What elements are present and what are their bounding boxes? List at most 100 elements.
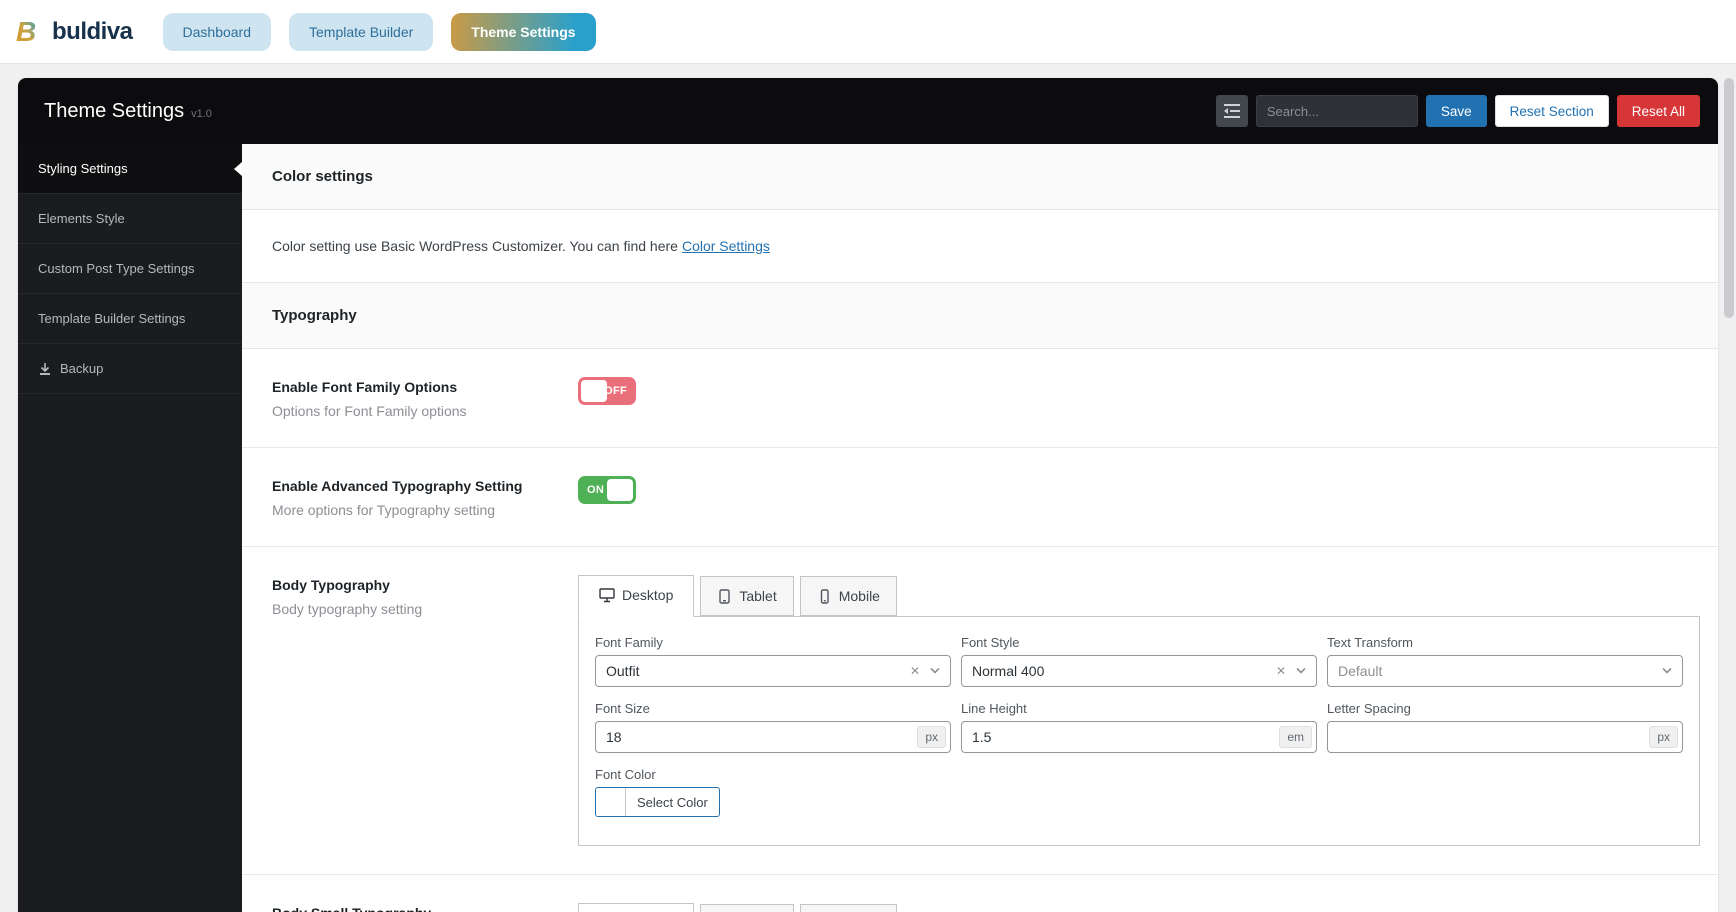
field-label: Font Style — [961, 635, 1020, 650]
letter-spacing-input[interactable] — [1327, 721, 1683, 753]
header-actions: Save Reset Section Reset All — [1215, 95, 1700, 127]
unit-badge: em — [1279, 726, 1312, 748]
field-label-col: Body Small Typography — [272, 903, 578, 912]
setting-description: More options for Typography setting — [272, 502, 496, 518]
device-tabs: Desktop Tablet — [578, 903, 1700, 912]
field-col: Desktop Tablet — [578, 903, 1700, 912]
tab-mobile[interactable]: Mobile — [799, 904, 897, 912]
setting-label: Body Small Typography — [272, 905, 578, 912]
sidebar-item-backup[interactable]: Backup — [18, 344, 242, 394]
save-button[interactable]: Save — [1425, 95, 1487, 127]
field-label: Text Transform — [1327, 635, 1413, 650]
nav-dashboard[interactable]: Dashboard — [162, 12, 272, 51]
collapse-menu-button[interactable] — [1215, 95, 1248, 127]
tab-tablet[interactable]: Tablet — [700, 576, 794, 616]
setting-description: Options for Font Family options — [272, 403, 467, 419]
sidebar-item-styling-settings[interactable]: Styling Settings — [18, 144, 242, 194]
body-small-typography-row: Body Small Typography Desktop — [242, 874, 1718, 912]
tab-tablet[interactable]: Tablet — [700, 904, 794, 912]
settings-sidebar: Styling Settings Elements Style Custom P… — [18, 144, 242, 912]
desktop-icon — [599, 587, 615, 603]
panel-body: Styling Settings Elements Style Custom P… — [18, 144, 1718, 912]
select-color-button[interactable]: Select Color — [595, 787, 720, 817]
letter-spacing-field: Letter Spacing px — [1327, 701, 1683, 753]
top-navigation-bar: B buldiva Dashboard Template Builder The… — [0, 0, 1736, 64]
line-height-input[interactable] — [961, 721, 1317, 753]
setting-label: Enable Advanced Typography Setting — [272, 478, 523, 494]
tab-desktop[interactable]: Desktop — [578, 575, 695, 617]
field-col: Desktop Tablet — [578, 575, 1700, 846]
field-label: Letter Spacing — [1327, 701, 1411, 716]
field-col: ON — [578, 476, 1700, 518]
section-header-typography: Typography — [242, 282, 1718, 349]
mobile-icon — [817, 588, 832, 604]
settings-content: Color settings Color setting use Basic W… — [242, 144, 1718, 912]
tab-mobile[interactable]: Mobile — [799, 576, 897, 616]
advanced-typography-toggle[interactable]: ON — [578, 476, 636, 504]
unit-badge: px — [917, 726, 946, 748]
chevron-down-icon — [1296, 667, 1306, 675]
toggle-state-label: OFF — [604, 385, 627, 397]
select-value: Outfit — [606, 663, 640, 679]
svg-text:B: B — [16, 18, 36, 46]
reset-all-button[interactable]: Reset All — [1616, 95, 1700, 127]
sidebar-item-label: Styling Settings — [38, 161, 128, 176]
clear-icon[interactable]: ✕ — [910, 664, 920, 678]
select-value: Normal 400 — [972, 663, 1045, 679]
scrollbar-track — [1722, 66, 1736, 912]
version-badge: v1.0 — [191, 107, 212, 120]
top-nav: Dashboard Template Builder Theme Setting… — [162, 12, 596, 51]
tablet-icon — [717, 588, 732, 604]
toggle-knob — [607, 479, 633, 501]
font-style-select[interactable]: Normal 400 ✕ — [961, 655, 1317, 687]
font-family-field: Font Family Outfit ✕ — [595, 635, 951, 687]
nav-template-builder[interactable]: Template Builder — [289, 12, 434, 51]
text-transform-field: Text Transform Default — [1327, 635, 1683, 687]
font-family-select[interactable]: Outfit ✕ — [595, 655, 951, 687]
font-style-field: Font Style Normal 400 ✕ — [961, 635, 1317, 687]
buldiva-logo-icon: B — [16, 18, 48, 46]
section-title: Color settings — [272, 168, 373, 185]
clear-icon[interactable]: ✕ — [1276, 664, 1286, 678]
enable-font-family-row: Enable Font Family Options Options for F… — [242, 349, 1718, 447]
font-size-input[interactable] — [595, 721, 951, 753]
field-label-col: Enable Advanced Typography Setting More … — [272, 476, 578, 518]
panel-header: Theme Settings v1.0 Save Reset Section R… — [18, 78, 1718, 144]
search-input[interactable] — [1255, 95, 1418, 127]
font-size-field: Font Size px — [595, 701, 951, 753]
color-settings-note-text: Color setting use Basic WordPress Custom… — [272, 238, 678, 254]
reset-section-button[interactable]: Reset Section — [1494, 95, 1609, 127]
page-title: Theme Settings — [44, 99, 185, 122]
section-header-color-settings: Color settings — [242, 144, 1718, 210]
select-value: Default — [1338, 663, 1383, 679]
buldiva-logo: B buldiva — [16, 18, 133, 46]
theme-settings-panel: Theme Settings v1.0 Save Reset Section R… — [18, 78, 1718, 912]
outdent-icon — [1223, 104, 1240, 118]
chevron-down-icon — [1662, 667, 1672, 675]
sidebar-item-custom-post-type-settings[interactable]: Custom Post Type Settings — [18, 244, 242, 294]
text-transform-select[interactable]: Default — [1327, 655, 1683, 687]
tab-label: Tablet — [739, 588, 777, 604]
field-col: OFF — [578, 377, 1700, 419]
field-label: Font Family — [595, 635, 663, 650]
sidebar-item-label: Template Builder Settings — [38, 311, 186, 326]
typography-fields-panel: Font Family Outfit ✕ Font Style Normal 4… — [578, 616, 1700, 846]
sidebar-item-label: Custom Post Type Settings — [38, 261, 195, 276]
sidebar-item-elements-style[interactable]: Elements Style — [18, 194, 242, 244]
line-height-field: Line Height em — [961, 701, 1317, 753]
toggle-state-label: ON — [587, 484, 605, 496]
scrollbar-thumb[interactable] — [1724, 78, 1734, 318]
field-label: Line Height — [961, 701, 1027, 716]
nav-theme-settings[interactable]: Theme Settings — [451, 12, 596, 51]
color-settings-link[interactable]: Color Settings — [682, 238, 770, 254]
body-typography-row: Body Typography Body typography setting … — [242, 546, 1718, 874]
tab-desktop[interactable]: Desktop — [578, 903, 695, 912]
font-color-field: Font Color Select Color — [595, 767, 951, 819]
toggle-knob — [581, 380, 607, 402]
unit-badge: px — [1649, 726, 1678, 748]
font-family-options-toggle[interactable]: OFF — [578, 377, 636, 405]
sidebar-item-template-builder-settings[interactable]: Template Builder Settings — [18, 294, 242, 344]
setting-label: Body Typography — [272, 577, 390, 593]
field-label-col: Enable Font Family Options Options for F… — [272, 377, 578, 419]
tab-label: Mobile — [838, 588, 880, 604]
